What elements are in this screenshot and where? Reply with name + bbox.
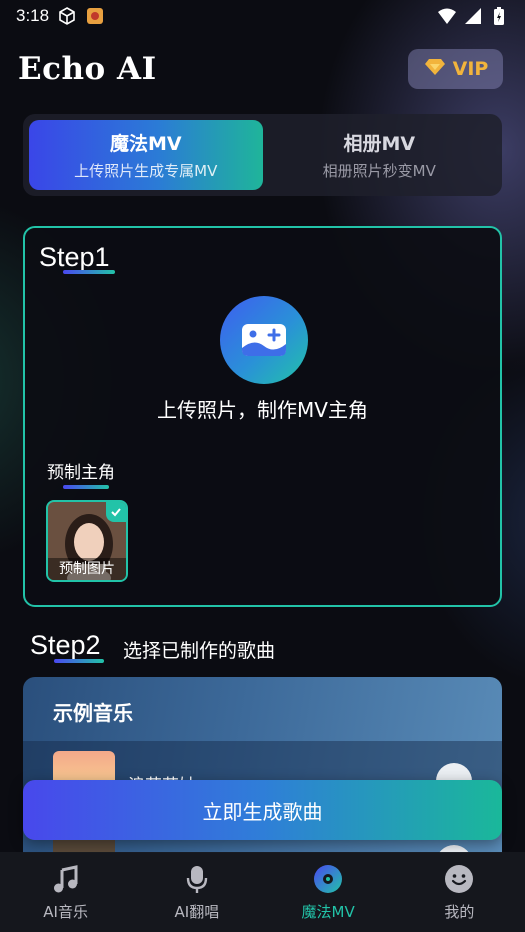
- diamond-icon: [423, 57, 447, 82]
- tab-subtitle: 上传照片生成专属MV: [74, 162, 218, 180]
- step1-underline: [63, 270, 115, 274]
- image-add-icon: [242, 324, 286, 356]
- upload-prompt: 上传照片，制作MV主角: [157, 398, 368, 422]
- microphone-icon: [181, 863, 213, 895]
- step1-title: Step1: [39, 242, 110, 272]
- tab-magic-mv[interactable]: 魔法MV 上传照片生成专属MV: [29, 120, 263, 190]
- tab-mine[interactable]: 我的: [394, 852, 525, 932]
- vip-label: VIP: [452, 58, 489, 80]
- app-title: Echo AI: [18, 51, 157, 87]
- tab-ai-music[interactable]: AI音乐: [0, 852, 131, 932]
- tab-label: AI翻唱: [174, 902, 220, 921]
- tab-magic-mv-nav[interactable]: 魔法MV: [263, 852, 394, 932]
- tab-title: 魔法MV: [109, 133, 182, 155]
- tab-ai-cover[interactable]: AI翻唱: [131, 852, 262, 932]
- step2-subtitle: 选择已制作的歌曲: [123, 640, 276, 662]
- music-note-icon: [50, 863, 82, 895]
- bottom-tab-bar: AI音乐 AI翻唱 魔法MV 我的: [0, 852, 525, 932]
- upload-photo-button[interactable]: [220, 296, 308, 384]
- wifi-icon: [437, 6, 457, 26]
- tab-title: 相册MV: [343, 133, 416, 155]
- preset-photo[interactable]: 预制图片: [46, 500, 128, 582]
- selected-check-icon: [106, 502, 126, 522]
- app-header: Echo AI VIP: [18, 46, 503, 92]
- step1-card: Step1 上传照片，制作MV主角 预制主角 预制图片: [23, 226, 502, 607]
- preset-caption: 预制图片: [48, 558, 126, 580]
- sample-music-title: 示例音乐: [53, 701, 133, 725]
- step2-underline: [54, 659, 104, 663]
- preset-label: 预制主角: [47, 463, 115, 483]
- app-notification-icon: [85, 6, 105, 26]
- tab-album-mv[interactable]: 相册MV 相册照片秒变MV: [263, 120, 497, 190]
- tab-subtitle: 相册照片秒变MV: [322, 162, 436, 180]
- preset-underline: [63, 485, 109, 489]
- tab-label: AI音乐: [43, 902, 88, 921]
- step2-header: Step2 选择已制作的歌曲: [30, 628, 490, 668]
- tab-label: 魔法MV: [301, 902, 355, 921]
- status-bar: 3:18: [0, 0, 525, 32]
- smiley-icon: [443, 863, 475, 895]
- cube-icon: [57, 6, 77, 26]
- vip-button[interactable]: VIP: [408, 49, 503, 89]
- step2-title: Step2: [30, 630, 101, 660]
- mode-tabs: 魔法MV 上传照片生成专属MV 相册MV 相册照片秒变MV: [23, 114, 502, 196]
- generate-song-button[interactable]: 立即生成歌曲: [23, 780, 502, 840]
- tab-label: 我的: [444, 902, 475, 921]
- status-time: 3:18: [16, 6, 50, 25]
- signal-icon: [463, 6, 483, 26]
- disc-icon: [312, 863, 344, 895]
- battery-icon: [489, 6, 509, 26]
